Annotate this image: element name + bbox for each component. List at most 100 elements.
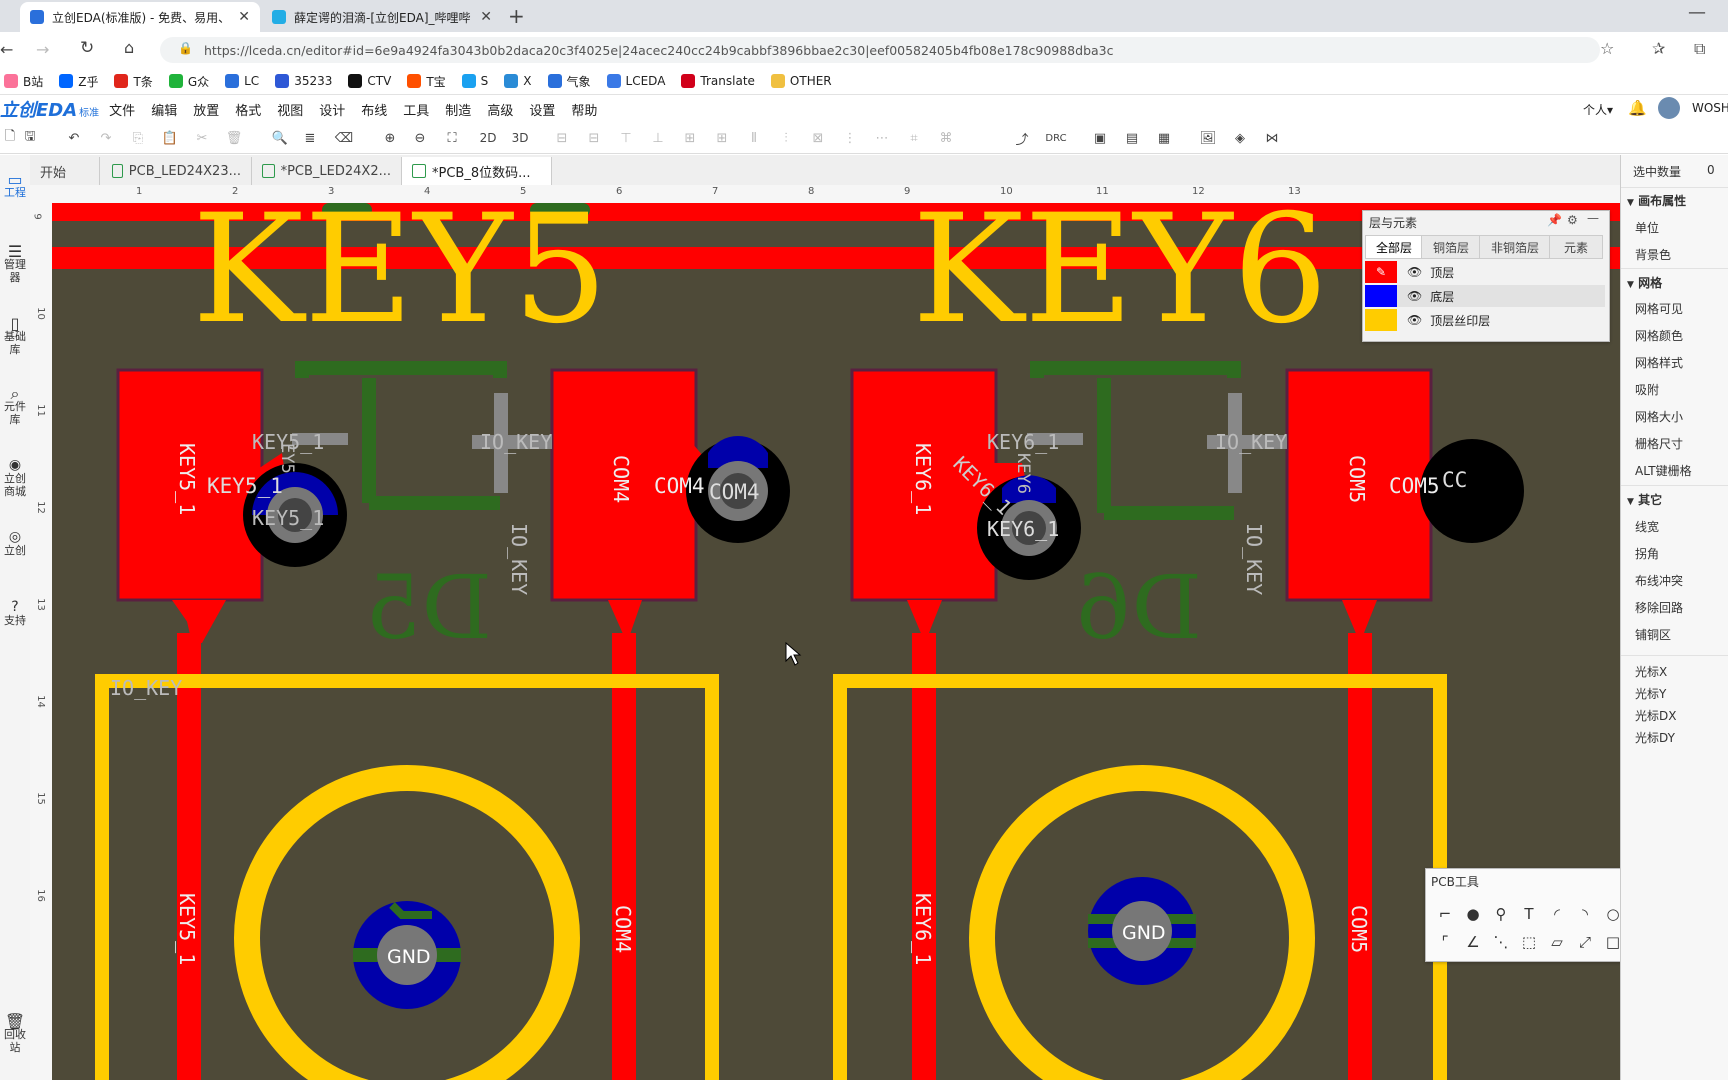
bookmark-item[interactable]: CTV [348, 74, 391, 88]
distribute-v-icon[interactable]: ⫶ [776, 128, 796, 148]
copper-area-tool-icon[interactable]: ▱ [1546, 931, 1568, 953]
share-icon[interactable]: ⋈ [1262, 128, 1282, 148]
bell-icon[interactable]: 🔔 [1628, 99, 1647, 117]
back-icon[interactable]: ← [0, 40, 13, 59]
close-tab-icon[interactable]: ✕ [238, 9, 250, 25]
align-right-icon[interactable]: ⊟ [584, 128, 604, 148]
pad-tool-icon[interactable]: ● [1462, 903, 1484, 925]
cut-icon[interactable]: ✂ [192, 128, 212, 148]
equal-spacing-icon[interactable]: ⋮ [840, 128, 860, 148]
menu-item[interactable]: 高级 [487, 100, 513, 119]
gerber-icon[interactable]: ▤ [1122, 128, 1142, 148]
menu-item[interactable]: 编辑 [151, 100, 177, 119]
bookmark-item[interactable]: Z乎 [59, 73, 98, 90]
clear-icon[interactable]: ⌫ [334, 128, 354, 148]
redo-icon[interactable]: ↷ [96, 128, 116, 148]
sidebar-item-recycle[interactable]: 🗑 回收站 [0, 1014, 30, 1055]
sidebar-item-component-lib[interactable]: ⌕ 元件库 [0, 386, 30, 427]
search-icon[interactable]: 🔍 [270, 128, 290, 148]
url-field[interactable]: 🔒 https://lceda.cn/editor#id=6e9a4924fa3… [160, 37, 1600, 63]
menu-item[interactable]: 放置 [193, 100, 219, 119]
layer-row-top[interactable]: ✎ 👁 顶层 [1365, 261, 1605, 283]
line-tool-icon[interactable]: ⌜ [1434, 931, 1456, 953]
measure-tool-icon[interactable]: ⤢ [1574, 931, 1596, 953]
align-center-icon[interactable]: ⊞ [680, 128, 700, 148]
menu-item[interactable]: 格式 [235, 100, 261, 119]
route-icon[interactable]: ⤴ [1012, 128, 1032, 148]
undo-icon[interactable]: ↶ [64, 128, 84, 148]
bookmark-item[interactable]: S [461, 74, 488, 88]
eye-icon[interactable]: 👁 [1407, 289, 1422, 303]
tab-pcb-8digit[interactable]: *PCB_8位数码... [402, 157, 552, 185]
user-name[interactable]: WOSH [1692, 101, 1728, 115]
bookmark-item[interactable]: T宝 [407, 73, 446, 90]
canvas-props-header[interactable]: ▼ 画布属性 [1627, 192, 1727, 209]
collections-icon[interactable]: ⧉ [1694, 39, 1705, 59]
close-tab-icon[interactable]: ✕ [480, 9, 492, 25]
find-similar-icon[interactable]: ≣ [300, 128, 320, 148]
copy-icon[interactable]: ⎘ [128, 128, 148, 148]
menu-item[interactable]: 帮助 [571, 100, 597, 119]
tab-copper-layers[interactable]: 铜箔层 [1421, 235, 1481, 259]
bookmark-item[interactable]: 35233 [275, 74, 332, 88]
menu-item[interactable]: 制造 [445, 100, 471, 119]
align-top-icon[interactable]: ⊤ [616, 128, 636, 148]
menu-item[interactable]: 布线 [361, 100, 387, 119]
zoom-out-icon[interactable]: ⊖ [410, 128, 430, 148]
bookmark-item[interactable]: LCEDA [606, 74, 665, 88]
minimize-icon[interactable]: — [1587, 211, 1599, 225]
forward-icon[interactable]: → [36, 40, 49, 59]
other-header[interactable]: ▼ 其它 [1627, 491, 1727, 508]
window-minimize-icon[interactable]: — [1688, 2, 1706, 23]
tab-start[interactable]: 开始 [30, 157, 100, 185]
tab-all-layers[interactable]: 全部层 [1365, 235, 1423, 259]
menu-item[interactable]: 视图 [277, 100, 303, 119]
bookmark-item[interactable]: OTHER [770, 74, 832, 88]
view-2d-button[interactable]: 2D [474, 128, 502, 148]
gear-icon[interactable]: ⚙ [1567, 213, 1578, 227]
user-menu[interactable]: 个人▾ [1583, 101, 1613, 118]
layers-icon[interactable]: ◈ [1230, 128, 1250, 148]
new-tab-button[interactable]: + [508, 4, 525, 28]
text-tool-icon[interactable]: T [1518, 903, 1540, 925]
new-file-icon[interactable]: 🗋 [0, 128, 20, 148]
save-icon[interactable]: 🖫 [20, 128, 40, 148]
delete-icon[interactable]: 🗑 [224, 128, 244, 148]
bookmark-item[interactable]: LC [225, 74, 259, 88]
sidebar-item-manager[interactable]: ☰ 管理器 [0, 244, 30, 285]
tab-elements[interactable]: 元素 [1549, 235, 1603, 259]
tab-pcb-led-2[interactable]: *PCB_LED24X2... [252, 157, 402, 185]
favorites-icon[interactable]: ✰ [1652, 39, 1665, 58]
view-3d-button[interactable]: 3D [506, 128, 534, 148]
bookmark-item[interactable]: Translate [681, 74, 755, 88]
add-favorite-icon[interactable]: ☆ [1600, 39, 1614, 58]
distribute-h-icon[interactable]: ⫴ [744, 128, 764, 148]
bookmark-item[interactable]: T条 [114, 73, 153, 90]
tab-pcb-led-1[interactable]: PCB_LED24X23... [102, 157, 252, 185]
bookmark-item[interactable]: B站 [4, 73, 43, 90]
bookmark-item[interactable]: G众 [168, 73, 209, 90]
menu-item[interactable]: 设计 [319, 100, 345, 119]
pin-icon[interactable]: 📌 [1547, 213, 1562, 227]
paste-icon[interactable]: 📋 [160, 128, 180, 148]
menu-item[interactable]: 工具 [403, 100, 429, 119]
track-tool-icon[interactable]: ⌐ [1434, 903, 1456, 925]
angle-tool-icon[interactable]: ∠ [1462, 931, 1484, 953]
align-grid-icon[interactable]: ⊠ [808, 128, 828, 148]
array-icon[interactable]: ⌗ [904, 128, 924, 148]
browser-tab-lceda[interactable]: 立创EDA(标准版) - 免费、易用、 ✕ [20, 2, 260, 32]
sidebar-item-support[interactable]: ? 支持 [0, 600, 30, 627]
layer-row-top-silk[interactable]: 👁 顶层丝印层 [1365, 309, 1605, 331]
reload-icon[interactable]: ↻ [80, 38, 94, 58]
home-icon[interactable]: ⌂ [124, 38, 134, 57]
menu-item[interactable]: 设置 [529, 100, 555, 119]
align-middle-icon[interactable]: ⊞ [712, 128, 732, 148]
sidebar-item-basic-lib[interactable]: ▯ 基础库 [0, 316, 30, 357]
align-bottom-icon[interactable]: ⊥ [648, 128, 668, 148]
via-tool-icon[interactable]: ⚲ [1490, 903, 1512, 925]
bom-icon[interactable]: ▣ [1090, 128, 1110, 148]
equal-spacing-v-icon[interactable]: ⋯ [872, 128, 892, 148]
group-icon[interactable]: ⌘ [936, 128, 956, 148]
drc-button[interactable]: DRC [1042, 128, 1070, 148]
export-icon[interactable]: ▦ [1154, 128, 1174, 148]
